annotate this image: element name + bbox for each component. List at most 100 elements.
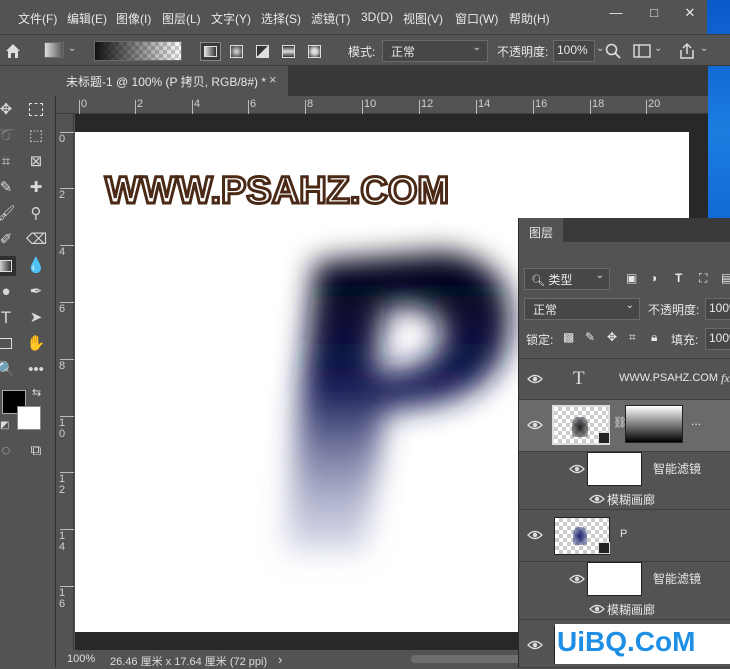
menu-filter[interactable]: 滤镜(T): [311, 10, 350, 27]
lasso-tool-icon[interactable]: ➰: [0, 126, 16, 146]
zoom-level[interactable]: 100%: [67, 653, 95, 665]
marquee-tool-icon[interactable]: [26, 100, 46, 120]
zoom-tool-icon[interactable]: 🔍: [0, 360, 16, 380]
minimize-button[interactable]: —: [604, 5, 628, 20]
maximize-button[interactable]: □: [642, 5, 666, 20]
lock-pixels-icon[interactable]: ✎: [585, 330, 595, 344]
chevron-down-icon[interactable]: ⌄: [171, 43, 179, 54]
layer-filter-select[interactable]: 🔍︎ 类型 ⌄: [524, 268, 610, 290]
rectangle-tool-icon[interactable]: [0, 334, 16, 354]
filter-item-row[interactable]: 模糊画廊: [519, 488, 730, 510]
dodge-tool-icon[interactable]: ●: [0, 282, 16, 302]
lock-artboard-icon[interactable]: ⌗: [629, 330, 636, 345]
workspace-icon[interactable]: [633, 43, 651, 59]
brush-tool-icon[interactable]: 🖌: [0, 204, 16, 224]
radial-gradient-button[interactable]: [228, 43, 246, 60]
lock-position-icon[interactable]: ✥: [607, 330, 617, 344]
blur-tool-icon[interactable]: 💧: [26, 256, 46, 276]
object-select-tool-icon[interactable]: ⬚: [26, 126, 46, 146]
chevron-down-icon[interactable]: ⌄: [654, 43, 662, 54]
diamond-gradient-button[interactable]: [306, 43, 324, 60]
layer-row-p[interactable]: P: [519, 510, 730, 562]
chevron-down-icon[interactable]: ⌄: [68, 43, 76, 54]
reflected-gradient-button[interactable]: [280, 43, 298, 60]
swap-colors-icon[interactable]: ⇆: [32, 386, 41, 399]
fx-badge[interactable]: fx: [721, 371, 730, 386]
layer-opacity-input[interactable]: 100%: [705, 298, 730, 320]
path-select-tool-icon[interactable]: ➤: [26, 308, 46, 328]
lock-transparent-icon[interactable]: ▩: [563, 330, 574, 344]
smart-filter-row[interactable]: 智能滤镜: [519, 562, 730, 596]
document-tab[interactable]: 未标题-1 @ 100% (P 拷贝, RGB/8#) * ×: [56, 66, 288, 96]
layer-mask-thumbnail[interactable]: [625, 405, 683, 443]
filter-shape-icon[interactable]: ⛶: [699, 271, 707, 286]
crop-tool-icon[interactable]: ⌗: [0, 152, 16, 172]
filter-smart-object-icon[interactable]: ▤: [721, 271, 730, 285]
gradient-tool-icon[interactable]: [0, 256, 16, 276]
visibility-eye-icon[interactable]: [527, 530, 543, 540]
type-tool-icon[interactable]: T: [0, 308, 16, 328]
filter-type-icon[interactable]: T: [675, 271, 682, 285]
default-colors-icon[interactable]: ◩: [0, 420, 9, 431]
visibility-eye-icon[interactable]: [569, 464, 585, 474]
ruler-tick: [533, 100, 534, 114]
layer-row-p-copy[interactable]: ⛓ ...: [519, 400, 730, 452]
menu-window[interactable]: 窗口(W): [455, 10, 498, 27]
fill-input[interactable]: 100%: [705, 328, 730, 350]
horizontal-scrollbar[interactable]: [411, 655, 521, 663]
visibility-eye-icon[interactable]: [527, 420, 543, 430]
visibility-eye-icon[interactable]: [527, 640, 543, 650]
pen-tool-icon[interactable]: ✒: [26, 282, 46, 302]
eraser-tool-icon[interactable]: ⌫: [26, 230, 47, 250]
chevron-down-icon[interactable]: ⌄: [700, 43, 708, 54]
close-tab-icon[interactable]: ×: [269, 72, 277, 87]
blend-mode-select[interactable]: 正常 ⌄: [524, 298, 640, 320]
gradient-picker[interactable]: [94, 41, 182, 61]
menu-edit[interactable]: 编辑(E): [67, 10, 107, 27]
menu-type[interactable]: 文字(Y): [211, 10, 251, 27]
visibility-eye-icon[interactable]: [589, 494, 605, 504]
visibility-eye-icon[interactable]: [527, 374, 543, 384]
move-tool-icon[interactable]: ✥: [0, 100, 16, 120]
visibility-eye-icon[interactable]: [569, 574, 585, 584]
status-menu-arrow[interactable]: ›: [278, 652, 282, 667]
smart-filter-mask-thumbnail[interactable]: [587, 452, 642, 486]
hand-tool-icon[interactable]: ✋: [26, 334, 46, 354]
search-icon[interactable]: [605, 43, 621, 59]
menu-image[interactable]: 图像(I): [116, 10, 151, 27]
home-icon[interactable]: [4, 42, 22, 60]
menu-file[interactable]: 文件(F): [18, 10, 57, 27]
background-color-swatch[interactable]: [17, 406, 41, 430]
gradient-tool-preset-icon[interactable]: [44, 42, 64, 58]
menu-view[interactable]: 视图(V): [403, 10, 443, 27]
eyedropper-tool-icon[interactable]: ✎: [0, 178, 16, 198]
lock-all-icon[interactable]: 🔒︎: [651, 330, 657, 345]
layer-row-text[interactable]: T WWW.PSAHZ.COM fx: [519, 358, 730, 400]
linear-gradient-button[interactable]: [200, 42, 221, 61]
history-brush-tool-icon[interactable]: ✐: [0, 230, 16, 250]
menu-select[interactable]: 选择(S): [261, 10, 301, 27]
close-window-button[interactable]: ✕: [678, 5, 702, 21]
menu-help[interactable]: 帮助(H): [509, 10, 550, 27]
menu-3d[interactable]: 3D(D): [361, 10, 393, 24]
chevron-down-icon[interactable]: ⌄: [596, 43, 604, 54]
smart-filter-row[interactable]: 智能滤镜: [519, 452, 730, 486]
healing-brush-tool-icon[interactable]: ✚: [26, 178, 46, 198]
quick-mask-icon[interactable]: ◌: [0, 441, 16, 461]
clone-stamp-tool-icon[interactable]: ⚲: [26, 204, 46, 224]
visibility-eye-icon[interactable]: [589, 604, 605, 614]
frame-tool-icon[interactable]: ⊠: [26, 152, 46, 172]
mode-value: 正常: [391, 45, 416, 59]
filter-adjustment-icon[interactable]: ◑: [650, 271, 657, 285]
screen-mode-icon[interactable]: ⧉: [26, 441, 46, 461]
filter-pixel-icon[interactable]: ▣: [626, 271, 637, 285]
opacity-input[interactable]: 100%: [553, 40, 595, 62]
angle-gradient-button[interactable]: [254, 43, 272, 60]
filter-item-row[interactable]: 模糊画廊: [519, 598, 730, 620]
mode-select[interactable]: 正常 ⌄: [382, 40, 488, 62]
smart-filter-mask-thumbnail[interactable]: [587, 562, 642, 596]
layers-tab[interactable]: 图层: [519, 218, 563, 242]
menu-layer[interactable]: 图层(L): [162, 10, 201, 27]
share-icon[interactable]: [678, 42, 696, 60]
more-tools-icon[interactable]: •••: [26, 360, 46, 380]
